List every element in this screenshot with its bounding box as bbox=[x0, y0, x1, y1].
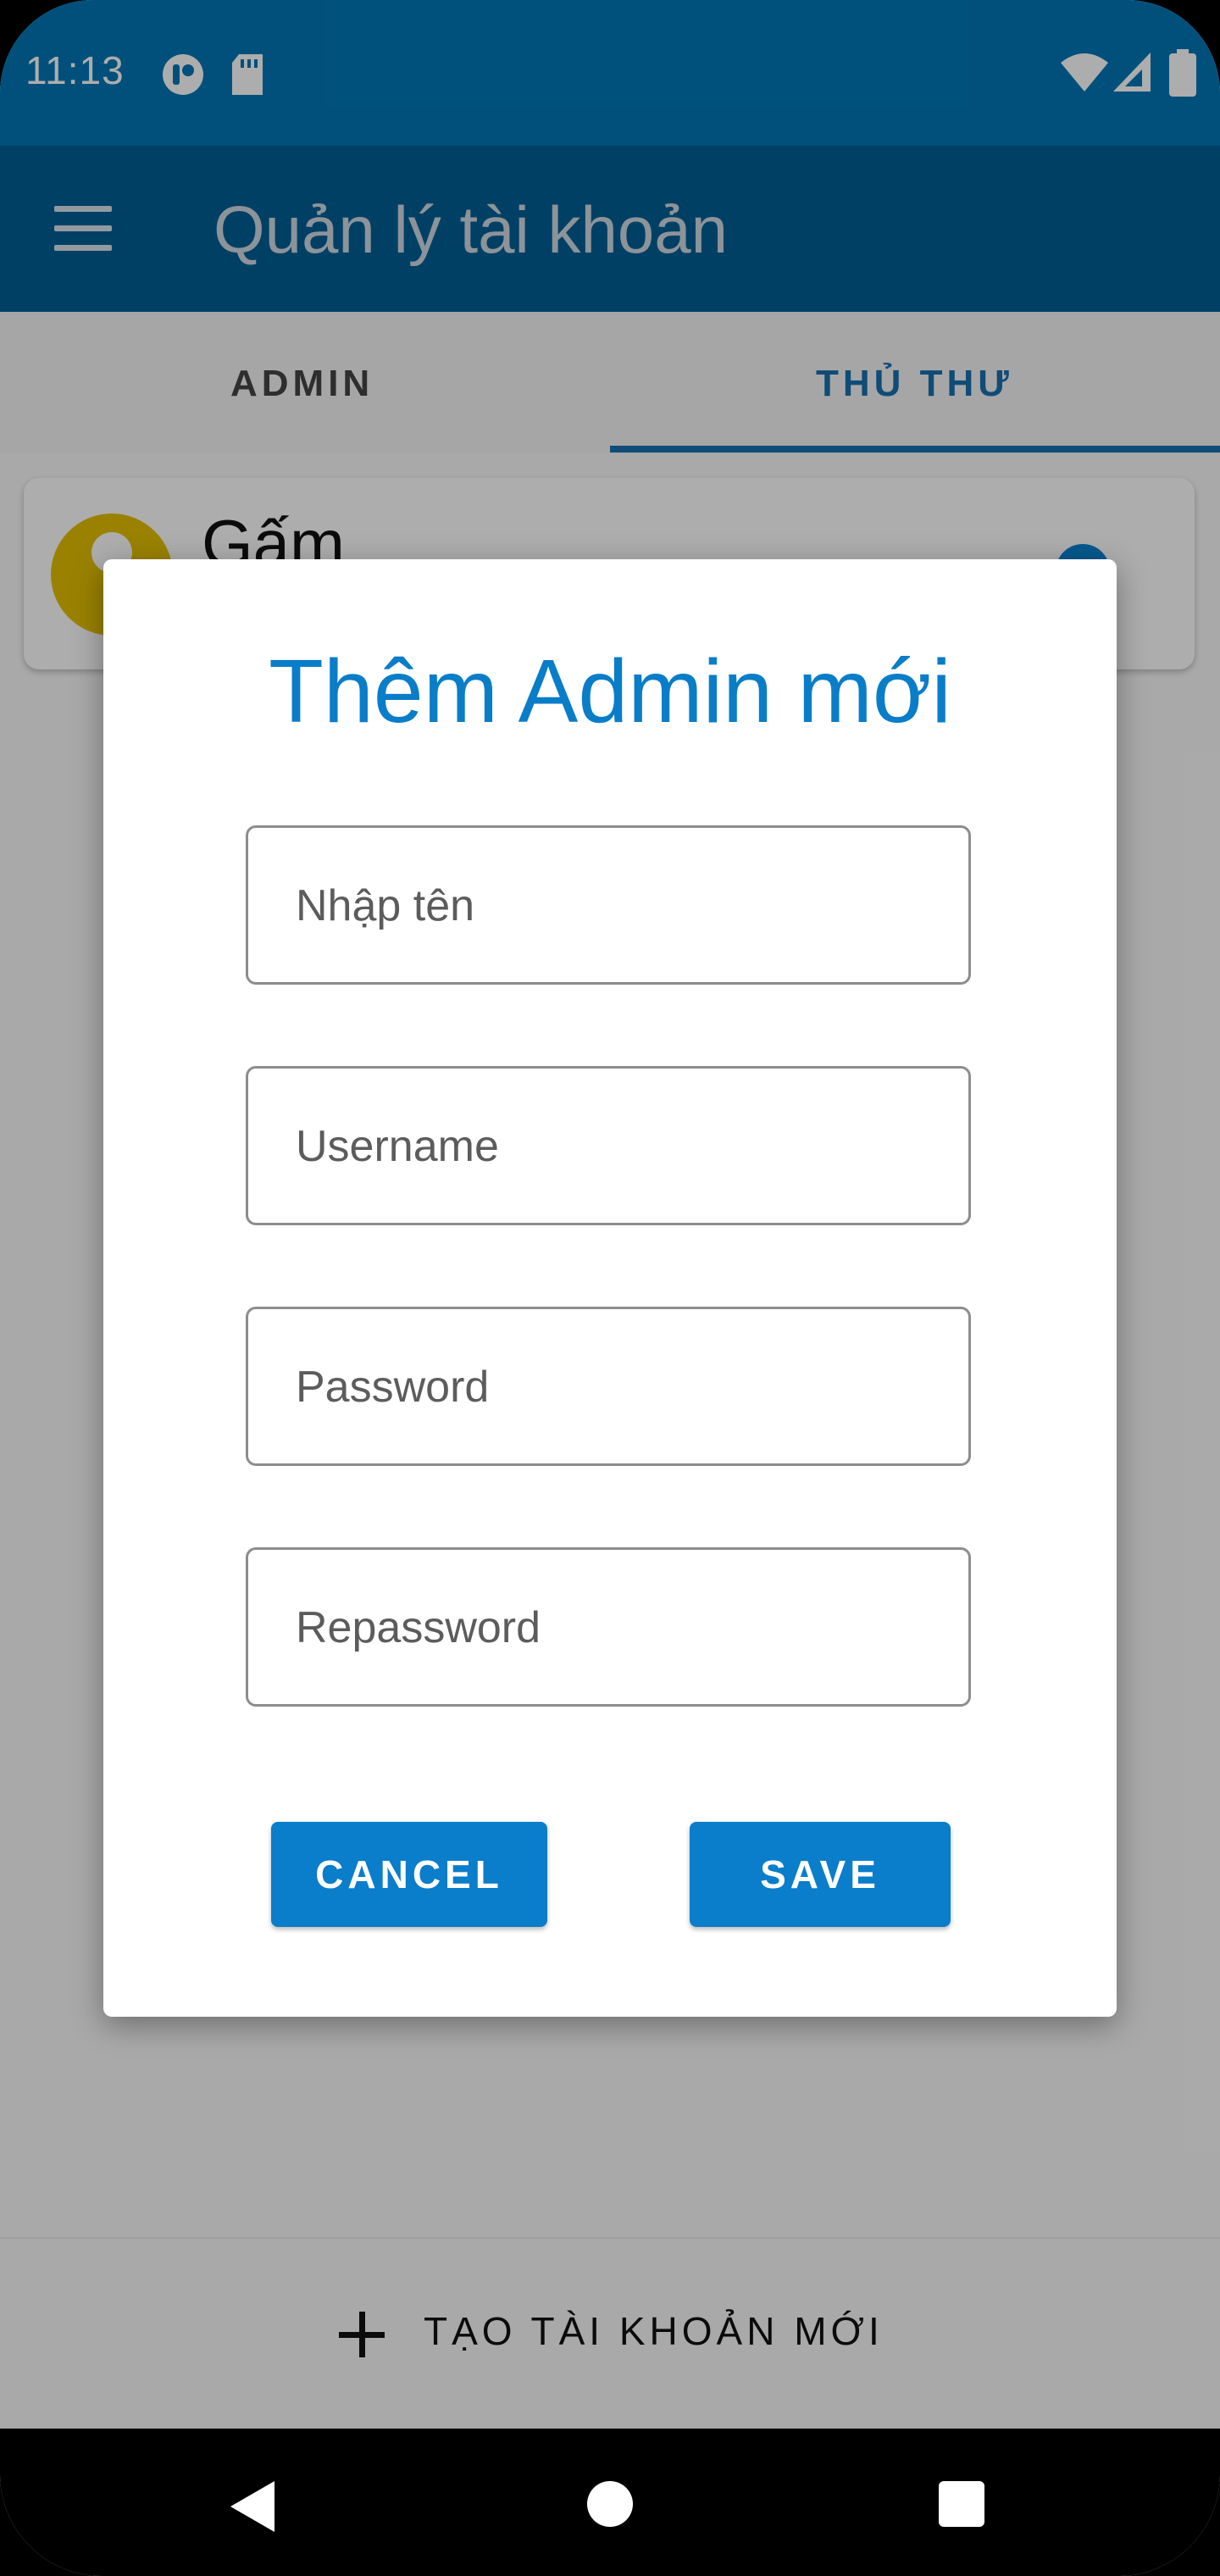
password-field bbox=[246, 1307, 971, 1466]
username-input[interactable] bbox=[294, 1069, 958, 1224]
repassword-input[interactable] bbox=[294, 1550, 958, 1706]
recents-icon[interactable] bbox=[939, 2481, 984, 2527]
username-field bbox=[246, 1066, 971, 1225]
save-button[interactable]: SAVE bbox=[690, 1822, 951, 1927]
name-input[interactable] bbox=[294, 828, 958, 984]
cancel-button[interactable]: CANCEL bbox=[271, 1822, 547, 1927]
name-field bbox=[246, 825, 971, 985]
home-icon[interactable] bbox=[587, 2481, 633, 2527]
back-icon[interactable] bbox=[230, 2481, 274, 2532]
status-scrim bbox=[0, 0, 1220, 146]
repassword-field bbox=[246, 1547, 971, 1707]
phone-screen: 11:13 Quản lý tài khoản ADMIN THỦ THƯ Gấ… bbox=[0, 0, 1220, 2576]
password-input[interactable] bbox=[294, 1309, 958, 1465]
dialog-title: Thêm Admin mới bbox=[269, 641, 951, 741]
add-admin-dialog: Thêm Admin mới CANCEL SAVE bbox=[103, 559, 1117, 2017]
